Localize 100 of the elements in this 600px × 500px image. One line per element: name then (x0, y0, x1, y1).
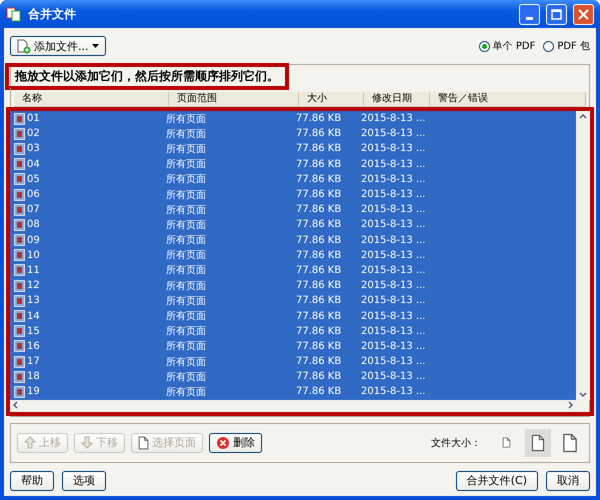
pdf-file-icon (14, 128, 25, 140)
delete-icon (216, 436, 230, 450)
file-name: 17 (10, 356, 162, 368)
add-file-icon (17, 38, 31, 54)
page-range: 所有页面 (165, 280, 207, 293)
file-name: 11 (10, 264, 162, 276)
add-file-button[interactable]: 添加文件... (10, 36, 106, 56)
file-size: 77.86 KB (295, 128, 342, 140)
pdf-file-icon (14, 294, 25, 307)
file-name: 10 (10, 249, 162, 262)
modified-date: 2015-8-13 ... (360, 310, 423, 322)
file-row[interactable]: 02 所有页面 77.86 KB 2015-8-13 ... (10, 126, 576, 142)
file-size: 77.86 KB (295, 113, 342, 124)
column-header[interactable]: 大小 (299, 92, 364, 106)
page-range: 所有页面 (165, 370, 207, 384)
file-row[interactable]: 11 所有页面 77.86 KB 2015-8-13 ... (10, 262, 576, 278)
modified-date: 2015-8-13 ... (360, 234, 423, 246)
modified-date: 2015-8-13 ... (360, 371, 423, 382)
page-range: 所有页面 (165, 356, 207, 369)
file-name: 03 (10, 142, 162, 155)
up-chevron-icon (578, 111, 588, 121)
file-row[interactable]: 06 所有页面 77.86 KB 2015-8-13 ... (10, 186, 576, 202)
footer-button[interactable]: 选项 (62, 470, 106, 491)
page-range: 所有页面 (165, 188, 207, 202)
modified-date: 2015-8-13 ... (360, 264, 423, 276)
file-name: 09 (10, 234, 162, 246)
file-row[interactable]: 13 所有页面 77.86 KB 2015-8-13 ... (10, 293, 576, 308)
close-icon (578, 8, 589, 20)
caret-icon (92, 44, 98, 48)
file-size: 77.86 KB (295, 264, 342, 276)
page-range: 所有页面 (165, 386, 207, 399)
down-arrow-icon (81, 436, 93, 450)
pdf-file-icon (14, 310, 25, 322)
modified-date: 2015-8-13 ... (360, 250, 423, 261)
page-range: 所有页面 (165, 128, 207, 141)
output-radio[interactable]: PDF 包 (543, 39, 590, 53)
file-row[interactable]: 18 所有页面 77.86 KB 2015-8-13 ... (10, 369, 576, 384)
file-name: 15 (10, 325, 162, 338)
horizontal-scrollbar[interactable] (10, 400, 576, 412)
pdf-file-icon (14, 173, 25, 186)
footer-button[interactable]: 取消 (546, 470, 590, 491)
file-name: 01 (10, 112, 162, 125)
file-size: 77.86 KB (295, 295, 342, 306)
maximize-button[interactable] (546, 4, 567, 24)
page-range: 所有页面 (165, 248, 207, 262)
file-name: 19 (10, 386, 162, 398)
right-chevron-icon (566, 400, 576, 410)
file-name: 16 (10, 340, 162, 352)
footer-button[interactable]: 合并文件(C) (456, 470, 538, 491)
modified-date: 2015-8-13 ... (360, 143, 423, 154)
file-row[interactable]: 07 所有页面 77.86 KB 2015-8-13 ... (10, 202, 576, 218)
page-range: 所有页面 (165, 234, 207, 248)
file-size: 77.86 KB (295, 250, 342, 261)
minimize-icon (526, 16, 533, 20)
file-row[interactable]: 09 所有页面 77.86 KB 2015-8-13 ... (10, 232, 576, 248)
page-range: 所有页面 (165, 324, 207, 338)
left-chevron-icon (10, 400, 20, 410)
output-radio[interactable]: 单个 PDF (478, 39, 536, 53)
file-name: 13 (10, 294, 162, 307)
file-row[interactable]: 10 所有页面 77.86 KB 2015-8-13 ... (10, 248, 576, 263)
column-header[interactable]: 页面范围 (169, 92, 299, 106)
pdf-file-icon (14, 249, 25, 262)
pdf-file-icon (14, 204, 25, 216)
file-row[interactable]: 17 所有页面 77.86 KB 2015-8-13 ... (10, 354, 576, 370)
file-row[interactable]: 04 所有页面 77.86 KB 2015-8-13 ... (10, 156, 576, 172)
minimize-button[interactable] (519, 4, 540, 24)
column-header[interactable]: 名称 (14, 92, 169, 106)
file-name: 12 (10, 280, 162, 292)
pdf-file-icon (14, 264, 25, 276)
page-range: 所有页面 (165, 264, 207, 278)
page-icon (562, 432, 578, 453)
modified-date: 2015-8-13 ... (360, 280, 423, 292)
file-row[interactable]: 08 所有页面 77.86 KB 2015-8-13 ... (10, 217, 576, 232)
file-size: 77.86 KB (295, 280, 342, 292)
pdf-file-icon (14, 112, 25, 125)
pdf-file-icon (14, 340, 25, 352)
size-option[interactable] (525, 428, 551, 457)
file-row[interactable]: 14 所有页面 77.86 KB 2015-8-13 ... (10, 308, 576, 324)
modified-date: 2015-8-13 ... (360, 356, 423, 368)
file-row[interactable]: 01 所有页面 77.86 KB 2015-8-13 ... (10, 111, 576, 126)
instruction-text: 拖放文件以添加它们，然后按所需顺序排列它们。 (5, 63, 289, 90)
file-row[interactable]: 19 所有页面 77.86 KB 2015-8-13 ... (10, 384, 576, 400)
footer-button[interactable]: 帮助 (10, 470, 54, 491)
modified-date: 2015-8-13 ... (360, 340, 423, 352)
close-button[interactable] (573, 4, 594, 24)
file-name: 05 (10, 173, 162, 186)
file-row[interactable]: 03 所有页面 77.86 KB 2015-8-13 ... (10, 141, 576, 157)
file-row[interactable]: 12 所有页面 77.86 KB 2015-8-13 ... (10, 278, 576, 294)
column-header[interactable]: 警告／错误 (430, 92, 586, 106)
file-row[interactable]: 05 所有页面 77.86 KB 2015-8-13 ... (10, 172, 576, 187)
modified-date: 2015-8-13 ... (360, 174, 423, 185)
up-arrow-icon (24, 436, 36, 450)
file-size: 77.86 KB (295, 174, 342, 185)
column-header[interactable]: 修改日期 (364, 92, 430, 106)
file-row[interactable]: 15 所有页面 77.86 KB 2015-8-13 ... (10, 324, 576, 339)
file-row[interactable]: 16 所有页面 77.86 KB 2015-8-13 ... (10, 338, 576, 354)
modified-date: 2015-8-13 ... (360, 128, 423, 140)
pdf-file-icon (14, 158, 25, 170)
file-size: 77.86 KB (295, 340, 342, 352)
delete-button[interactable]: 删除 (209, 432, 262, 453)
